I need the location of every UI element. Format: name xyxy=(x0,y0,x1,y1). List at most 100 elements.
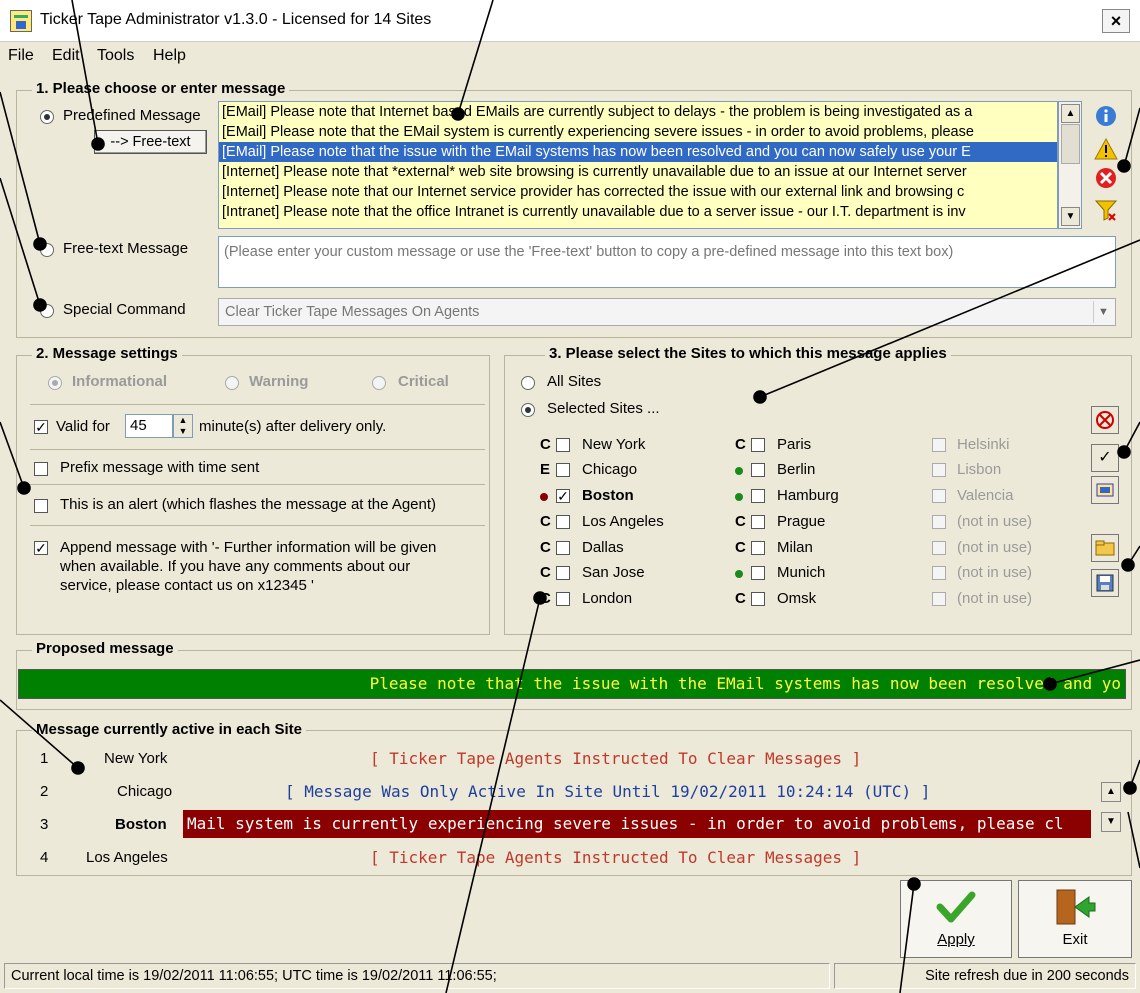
alert-checkbox[interactable] xyxy=(34,499,48,513)
filter-icon[interactable] xyxy=(1092,198,1120,226)
application-window: Ticker Tape Administrator v1.3.0 - Licen… xyxy=(0,0,1140,993)
selected-sites-radio[interactable] xyxy=(521,403,535,417)
site-label: Berlin xyxy=(777,461,816,478)
site-checkbox[interactable] xyxy=(556,566,570,580)
apply-button[interactable]: Apply xyxy=(900,880,1012,958)
exit-button[interactable]: Exit xyxy=(1018,880,1132,958)
list-item[interactable]: [Intranet] Please note that the office I… xyxy=(219,202,1057,222)
site-label-disabled: (not in use) xyxy=(957,513,1033,530)
valid-for-suffix: minute(s) after delivery only. xyxy=(199,418,387,435)
freetext-radio[interactable] xyxy=(40,243,54,257)
open-folder-icon[interactable] xyxy=(1091,534,1119,562)
select-all-icon[interactable]: ✓ xyxy=(1091,444,1119,472)
site-label-disabled: (not in use) xyxy=(957,539,1033,556)
site-checkbox-disabled[interactable] xyxy=(932,592,946,606)
status-dot xyxy=(735,467,743,475)
special-command-select[interactable]: Clear Ticker Tape Messages On Agents ▼ xyxy=(218,298,1116,326)
site-checkbox-disabled[interactable] xyxy=(932,515,946,529)
site-checkbox[interactable] xyxy=(556,515,570,529)
warning-icon[interactable] xyxy=(1092,137,1120,165)
close-button[interactable]: × xyxy=(1102,9,1130,33)
menu-help[interactable]: Help xyxy=(153,47,186,65)
list-item[interactable]: [EMail] Please note that the EMail syste… xyxy=(219,122,1057,142)
list-item-selected[interactable]: [EMail] Please note that the issue with … xyxy=(219,142,1057,162)
list-item[interactable]: [EMail] Please note that Internet based … xyxy=(219,102,1057,122)
active-row-message: [ Ticker Tape Agents Instructed To Clear… xyxy=(370,749,862,768)
site-checkbox[interactable] xyxy=(751,489,765,503)
site-checkbox[interactable] xyxy=(751,515,765,529)
site-label: London xyxy=(582,590,633,607)
special-command-label: Special Command xyxy=(63,301,186,318)
critical-icon[interactable] xyxy=(1092,166,1120,194)
priority-warning-label: Warning xyxy=(249,373,309,390)
site-checkbox-disabled[interactable] xyxy=(932,541,946,555)
site-status-code: C xyxy=(540,590,551,607)
valid-for-checkbox[interactable]: ✓ xyxy=(34,420,48,434)
site-label-disabled: (not in use) xyxy=(957,590,1033,607)
menu-edit[interactable]: Edit xyxy=(52,47,80,65)
append-checkbox[interactable]: ✓ xyxy=(34,541,48,555)
active-scroll-up-icon[interactable]: ▲ xyxy=(1101,782,1121,802)
list-item[interactable]: [Internet] Please note that our Internet… xyxy=(219,182,1057,202)
scroll-up-icon[interactable]: ▲ xyxy=(1061,104,1080,123)
chevron-down-icon[interactable]: ▼ xyxy=(1093,301,1113,323)
app-icon xyxy=(10,10,32,32)
active-row-message: Mail system is currently experiencing se… xyxy=(187,814,1064,833)
divider xyxy=(30,484,485,485)
list-scrollbar[interactable]: ▲ ▼ xyxy=(1058,101,1082,229)
active-row-number: 2 xyxy=(40,783,49,800)
divider xyxy=(30,525,485,526)
freetext-input[interactable]: (Please enter your custom message or use… xyxy=(218,236,1116,288)
special-command-radio[interactable] xyxy=(40,304,54,318)
scroll-down-icon[interactable]: ▼ xyxy=(1061,207,1080,226)
invert-selection-icon[interactable] xyxy=(1091,476,1119,504)
active-scroll-down-icon[interactable]: ▼ xyxy=(1101,812,1121,832)
prefix-time-checkbox[interactable] xyxy=(34,462,48,476)
site-checkbox-disabled[interactable] xyxy=(932,489,946,503)
active-row-number: 3 xyxy=(40,816,49,833)
site-checkbox[interactable] xyxy=(751,566,765,580)
deselect-all-icon[interactable] xyxy=(1091,406,1119,434)
site-checkbox[interactable] xyxy=(751,438,765,452)
site-checkbox[interactable] xyxy=(556,438,570,452)
spin-updown-icon[interactable]: ▲ ▼ xyxy=(173,414,193,438)
section3-legend: 3. Please select the Sites to which this… xyxy=(545,345,951,362)
list-item[interactable]: [Internet] Please note that *external* w… xyxy=(219,162,1057,182)
site-status-code: C xyxy=(540,539,551,556)
menu-tools[interactable]: Tools xyxy=(97,47,134,65)
site-label: Dallas xyxy=(582,539,624,556)
all-sites-radio[interactable] xyxy=(521,376,535,390)
append-line-3: service, please contact us on x12345 ' xyxy=(60,577,314,594)
append-line-1: Append message with '- Further informati… xyxy=(60,539,437,556)
site-label: Omsk xyxy=(777,590,817,607)
predefined-radio[interactable] xyxy=(40,110,54,124)
predefined-message-list[interactable]: [EMail] Please note that Internet based … xyxy=(218,101,1058,229)
freetext-copy-button[interactable]: --> Free-text xyxy=(94,130,207,154)
site-checkbox[interactable] xyxy=(556,463,570,477)
priority-critical-label: Critical xyxy=(398,373,449,390)
priority-critical-radio[interactable] xyxy=(372,376,386,390)
site-checkbox[interactable] xyxy=(556,592,570,606)
selected-sites-label: Selected Sites ... xyxy=(547,400,660,417)
prefix-time-label: Prefix message with time sent xyxy=(60,459,260,476)
site-checkbox[interactable] xyxy=(556,541,570,555)
save-disk-icon[interactable] xyxy=(1091,569,1119,597)
valid-for-input[interactable]: 45 xyxy=(125,414,173,438)
scroll-thumb[interactable] xyxy=(1061,124,1080,164)
site-checkbox-disabled[interactable] xyxy=(932,566,946,580)
info-icon[interactable] xyxy=(1092,104,1120,132)
site-status-code: C xyxy=(540,513,551,530)
site-checkbox[interactable] xyxy=(751,463,765,477)
site-checkbox-disabled[interactable] xyxy=(932,463,946,477)
site-label-disabled: Helsinki xyxy=(957,436,1010,453)
site-checkbox-disabled[interactable] xyxy=(932,438,946,452)
site-status-code: C xyxy=(735,436,746,453)
status-dot xyxy=(735,493,743,501)
priority-informational-radio[interactable] xyxy=(48,376,62,390)
site-checkbox[interactable] xyxy=(751,541,765,555)
site-checkbox[interactable] xyxy=(751,592,765,606)
menu-file[interactable]: File xyxy=(8,47,34,65)
status-dot xyxy=(735,570,743,578)
priority-warning-radio[interactable] xyxy=(225,376,239,390)
site-checkbox[interactable]: ✓ xyxy=(556,489,570,503)
